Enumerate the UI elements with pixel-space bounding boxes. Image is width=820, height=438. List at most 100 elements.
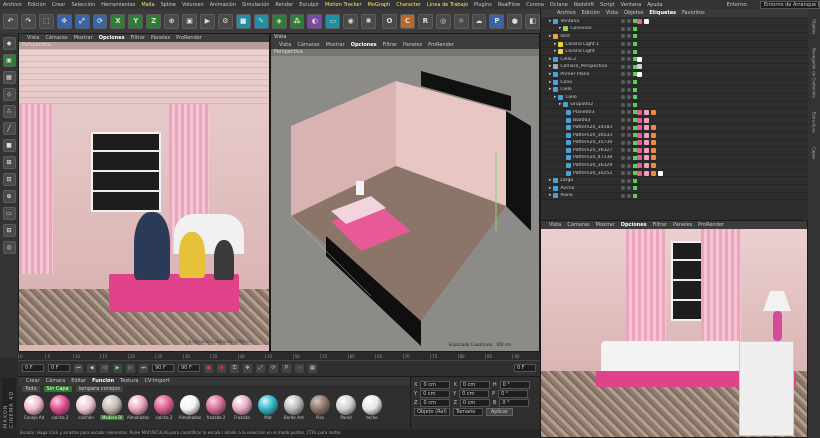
material-tag-icon[interactable] bbox=[644, 117, 649, 123]
expand-toggle-icon[interactable]: ▸ bbox=[549, 193, 551, 198]
deformer-icon[interactable]: ◐ bbox=[307, 13, 323, 29]
visibility-dot-icon[interactable] bbox=[621, 140, 625, 145]
visibility-dot-icon[interactable] bbox=[621, 133, 625, 138]
layer-filter-sin-capa[interactable]: Sin Capa bbox=[43, 386, 72, 392]
visibility-dot-icon[interactable] bbox=[621, 19, 625, 24]
visibility-flags[interactable] bbox=[621, 72, 637, 77]
material-icon[interactable]: ● bbox=[507, 13, 523, 29]
make-editable-icon[interactable]: ◆ bbox=[2, 37, 16, 50]
layer-filter-lampara-conejos[interactable]: lampara conejos bbox=[75, 386, 124, 392]
object-row[interactable]: ▸ Ventana bbox=[541, 18, 808, 26]
solo-icon[interactable]: ◎ bbox=[2, 241, 16, 254]
viewport-right[interactable]: Vista Cámaras Mostrar Opciones Filtrar Panele… bbox=[540, 220, 808, 438]
coord-mode-select[interactable]: Objeto (Rel) bbox=[414, 407, 450, 416]
viewport-right-menu-camaras[interactable]: Cámaras bbox=[567, 222, 589, 228]
material-tag-icon[interactable] bbox=[644, 125, 649, 131]
visibility-dot-icon[interactable] bbox=[621, 95, 625, 100]
object-row[interactable]: ▸ Ancho bbox=[541, 185, 808, 193]
visibility-dot-icon[interactable] bbox=[627, 118, 631, 123]
end-frame-field-2[interactable]: 90 F bbox=[178, 364, 200, 372]
visibility-dot-icon[interactable] bbox=[621, 118, 625, 123]
visibility-flags[interactable] bbox=[621, 178, 637, 183]
visibility-flags[interactable] bbox=[621, 163, 637, 168]
visibility-dot-icon[interactable] bbox=[621, 49, 625, 54]
viewport-mid-menu-mostrar[interactable]: Mostrar bbox=[326, 42, 345, 48]
object-row[interactable]: ▸ Isint bbox=[541, 33, 808, 41]
viewport-mid-menu-vista[interactable]: Vista bbox=[279, 42, 291, 48]
object-row[interactable]: Pattern20_47138 bbox=[541, 155, 808, 163]
menu-item-simulacion[interactable]: Simulación bbox=[242, 2, 269, 8]
viewport-left[interactable]: Vista Cámaras Mostrar Opciones Filtrar Panele… bbox=[18, 33, 270, 352]
material-swatch[interactable]: colchón bbox=[74, 395, 98, 420]
visibility-flags[interactable] bbox=[621, 193, 637, 198]
play-icon[interactable]: ▶ bbox=[113, 363, 122, 373]
material-tag-icon[interactable] bbox=[637, 18, 642, 24]
enabled-check-icon[interactable] bbox=[633, 193, 637, 198]
expand-toggle-icon[interactable]: ▸ bbox=[549, 87, 551, 92]
object-row[interactable]: ▸ Largo bbox=[541, 177, 808, 186]
move-icon[interactable]: ✥ bbox=[56, 13, 72, 29]
material-swatch[interactable]: frazada 2 bbox=[204, 395, 228, 420]
visibility-dot-icon[interactable] bbox=[621, 64, 625, 69]
material-tag-icon[interactable] bbox=[637, 170, 642, 176]
live-selection-icon[interactable]: ⬚ bbox=[38, 13, 54, 29]
expand-toggle-icon[interactable]: ▸ bbox=[549, 80, 551, 85]
viewport-left-menu-paneles[interactable]: Paneles bbox=[151, 35, 170, 41]
visibility-dot-icon[interactable] bbox=[621, 155, 625, 160]
enabled-check-icon[interactable] bbox=[633, 34, 637, 39]
material-tag-icon[interactable] bbox=[658, 170, 663, 176]
visibility-flags[interactable] bbox=[621, 57, 637, 62]
material-swatch[interactable]: Madera Bl bbox=[100, 395, 124, 420]
points-mode-icon[interactable]: ∴ bbox=[2, 105, 16, 118]
material-tag-icon[interactable] bbox=[637, 140, 642, 146]
visibility-dot-icon[interactable] bbox=[627, 26, 631, 31]
material-tag-icon[interactable] bbox=[637, 117, 642, 123]
auto-key-icon[interactable]: ◉ bbox=[217, 363, 226, 373]
viewport-right-menu-paneles[interactable]: Paneles bbox=[673, 222, 692, 228]
material-swatch[interactable]: techo bbox=[360, 395, 384, 420]
menu-item-spline[interactable]: Spline bbox=[161, 2, 176, 8]
viewport-left-menu-mostrar[interactable]: Mostrar bbox=[74, 35, 93, 41]
material-tag-icon[interactable] bbox=[637, 163, 642, 169]
go-to-end-icon[interactable]: ⏭ bbox=[139, 363, 148, 373]
visibility-flags[interactable] bbox=[621, 186, 637, 191]
object-row[interactable]: ▸ Cielo bbox=[541, 86, 808, 94]
object-manager-menu-vista[interactable]: Vista bbox=[606, 10, 618, 16]
material-menu-textura[interactable]: Textura bbox=[120, 378, 138, 384]
material-tag-icon[interactable] bbox=[644, 170, 649, 176]
object-manager-menu-etiquetas[interactable]: Etiquetas bbox=[649, 10, 676, 16]
render-settings-icon[interactable]: ⚙ bbox=[217, 13, 233, 29]
visibility-dot-icon[interactable] bbox=[621, 42, 625, 47]
visibility-flags[interactable] bbox=[621, 19, 637, 24]
coord-value-field[interactable]: 0 ° bbox=[499, 380, 530, 389]
y-axis-icon[interactable]: Y bbox=[128, 13, 144, 29]
viewport-mid-menu-filtrar[interactable]: Filtrar bbox=[383, 42, 397, 48]
visibility-dot-icon[interactable] bbox=[627, 19, 631, 24]
material-tag-icon[interactable] bbox=[651, 140, 656, 146]
visibility-flags[interactable] bbox=[621, 155, 637, 160]
material-tag-icon[interactable] bbox=[651, 109, 656, 115]
visibility-dot-icon[interactable] bbox=[627, 87, 631, 92]
material-menu-editar[interactable]: Editar bbox=[71, 378, 86, 384]
camera-tag-icon[interactable]: ◧ bbox=[525, 13, 541, 29]
object-row[interactable]: ▸ Cielo bbox=[541, 94, 808, 102]
menu-item-ventana[interactable]: Ventana bbox=[621, 2, 642, 8]
cube-icon[interactable]: ■ bbox=[235, 13, 251, 29]
viewport-mid-menu-prorender[interactable]: ProRender bbox=[428, 42, 454, 48]
go-to-start-icon[interactable]: ⏮ bbox=[74, 363, 83, 373]
visibility-dot-icon[interactable] bbox=[621, 34, 625, 39]
coord-value-field[interactable]: 0 ° bbox=[498, 389, 529, 398]
visibility-flags[interactable] bbox=[621, 87, 637, 92]
material-swatch[interactable]: Pared bbox=[334, 395, 358, 420]
redo-icon[interactable]: ↷ bbox=[20, 13, 36, 29]
visibility-dot-icon[interactable] bbox=[621, 171, 625, 176]
visibility-flags[interactable] bbox=[621, 171, 637, 176]
point-level-icon[interactable]: ⁘ bbox=[295, 363, 304, 373]
prev-frame-icon[interactable]: ◁ bbox=[100, 363, 109, 373]
workplane-icon[interactable]: ▭ bbox=[2, 207, 16, 220]
visibility-dot-icon[interactable] bbox=[627, 140, 631, 145]
visibility-dot-icon[interactable] bbox=[627, 57, 631, 62]
material-swatch[interactable]: Almohadas bbox=[126, 395, 150, 420]
material-tag-icon[interactable] bbox=[637, 155, 642, 161]
menu-item-character[interactable]: Character bbox=[396, 2, 421, 8]
